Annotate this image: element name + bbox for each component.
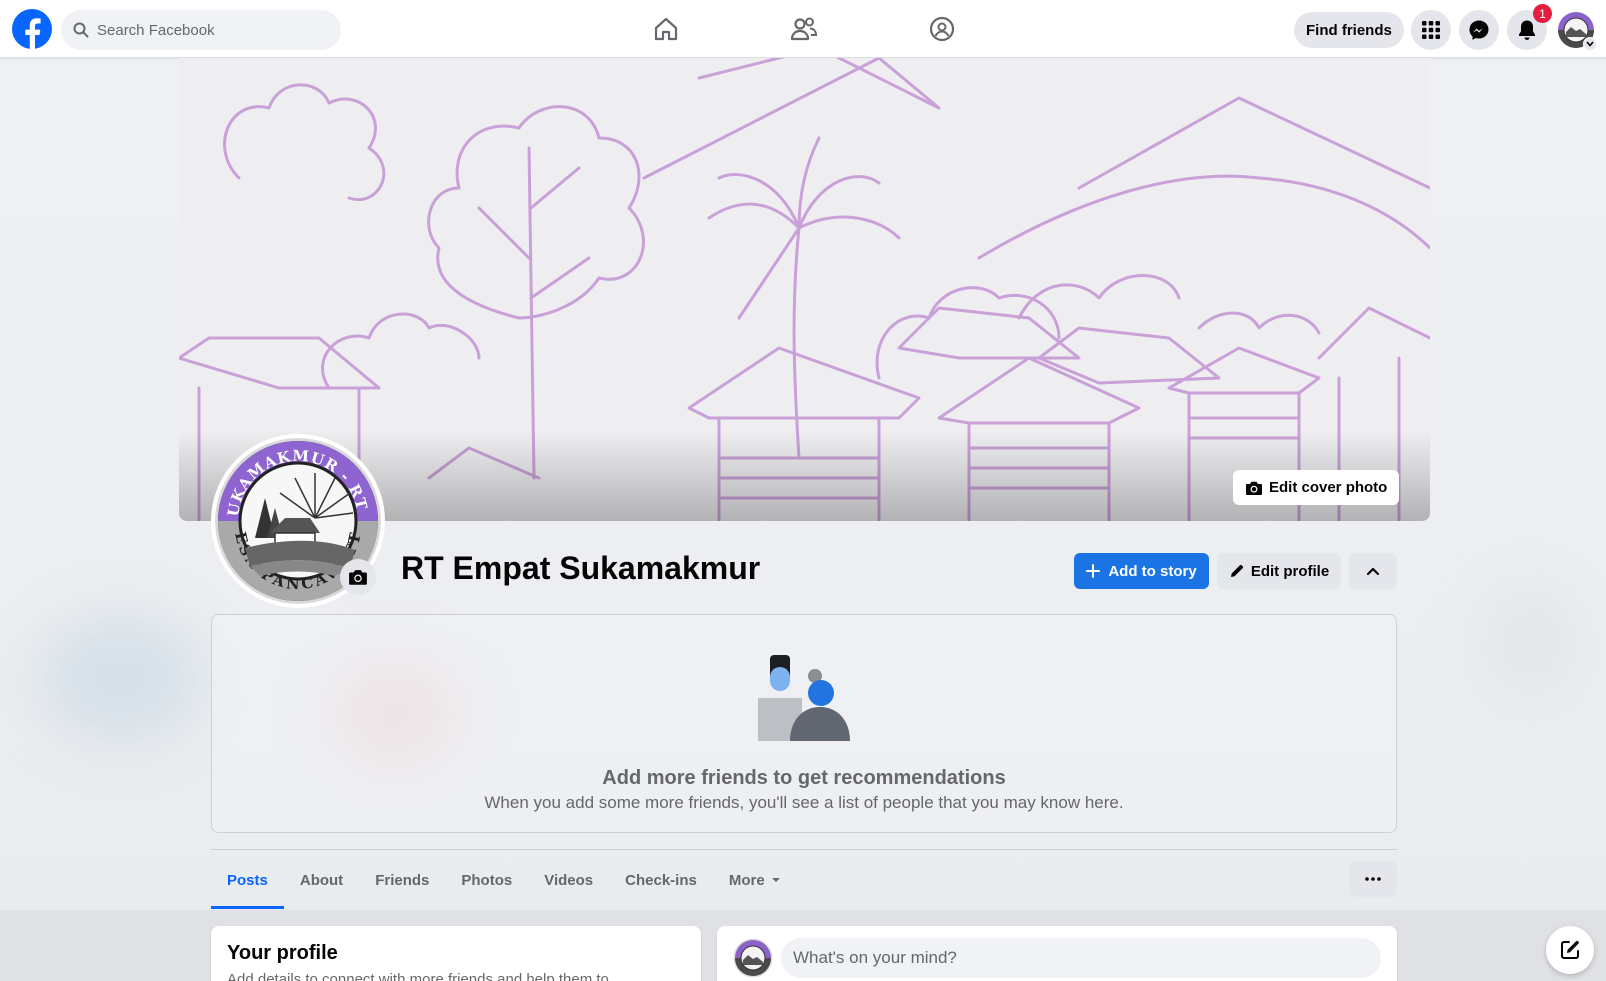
- tab-more[interactable]: More: [713, 851, 797, 909]
- edit-cover-photo-button[interactable]: Edit cover photo: [1233, 470, 1400, 505]
- profile-tabs: Posts About Friends Photos Videos Check-…: [211, 851, 797, 909]
- camera-icon: [349, 570, 367, 585]
- collapse-button[interactable]: [1349, 553, 1397, 589]
- top-navigation-bar: Find friends 1: [0, 0, 1606, 58]
- tab-photos[interactable]: Photos: [445, 851, 528, 909]
- profile-name: RT Empat Sukamakmur: [401, 550, 761, 586]
- composer-avatar[interactable]: [733, 938, 773, 978]
- search-box[interactable]: [61, 10, 341, 50]
- new-message-button[interactable]: [1546, 926, 1594, 974]
- tab-check-ins[interactable]: Check-ins: [609, 851, 713, 909]
- caret-down-icon: [771, 878, 780, 882]
- camera-icon: [1246, 481, 1262, 495]
- recommendations-subtitle: When you add some more friends, you'll s…: [484, 793, 1124, 812]
- search-input[interactable]: [97, 21, 317, 39]
- menu-grid-button[interactable]: [1411, 10, 1451, 50]
- more-dots-icon: [1365, 877, 1381, 881]
- cover-photo: [179, 58, 1430, 521]
- add-to-story-label: Add to story: [1108, 562, 1197, 580]
- search-icon: [73, 22, 89, 38]
- notification-badge: 1: [1533, 4, 1552, 23]
- friends-icon[interactable]: [789, 14, 819, 44]
- edit-cover-photo-label: Edit cover photo: [1269, 479, 1388, 496]
- compose-icon: [1561, 940, 1579, 959]
- friend-recommendations-panel: Add more friends to get recommendations …: [211, 614, 1397, 833]
- update-profile-picture-button[interactable]: [340, 559, 376, 595]
- tab-videos[interactable]: Videos: [528, 851, 609, 909]
- bell-icon: [1519, 20, 1535, 40]
- plus-icon: [1086, 564, 1101, 578]
- messenger-icon: [1469, 20, 1489, 40]
- groups-icon[interactable]: [927, 14, 957, 44]
- your-profile-text: Add details to connect with more friends…: [227, 971, 609, 981]
- pencil-icon: [1230, 564, 1243, 577]
- facebook-logo-icon[interactable]: [12, 9, 52, 49]
- chevron-up-icon: [1367, 567, 1379, 575]
- recommendations-title: Add more friends to get recommendations: [602, 767, 1006, 789]
- edit-profile-button[interactable]: Edit profile: [1217, 553, 1341, 589]
- find-friends-button[interactable]: Find friends: [1294, 12, 1404, 48]
- tab-about[interactable]: About: [284, 851, 359, 909]
- tab-posts[interactable]: Posts: [211, 851, 284, 909]
- menu-grid-icon: [1422, 21, 1440, 39]
- your-profile-title: Your profile: [227, 942, 338, 964]
- your-profile-card: Your profile Add details to connect with…: [211, 926, 701, 981]
- whats-on-your-mind-input[interactable]: What's on your mind?: [781, 938, 1381, 978]
- home-icon[interactable]: [651, 14, 681, 44]
- tabs-divider: [211, 849, 1397, 850]
- account-menu-chevron-icon[interactable]: [1583, 37, 1597, 51]
- messenger-button[interactable]: [1459, 10, 1499, 50]
- profile-options-button[interactable]: [1349, 861, 1397, 897]
- people-illustration-icon: [758, 655, 850, 741]
- tab-friends[interactable]: Friends: [359, 851, 445, 909]
- edit-profile-label: Edit profile: [1250, 562, 1330, 580]
- add-to-story-button[interactable]: Add to story: [1074, 553, 1209, 589]
- post-composer: What's on your mind?: [717, 926, 1397, 981]
